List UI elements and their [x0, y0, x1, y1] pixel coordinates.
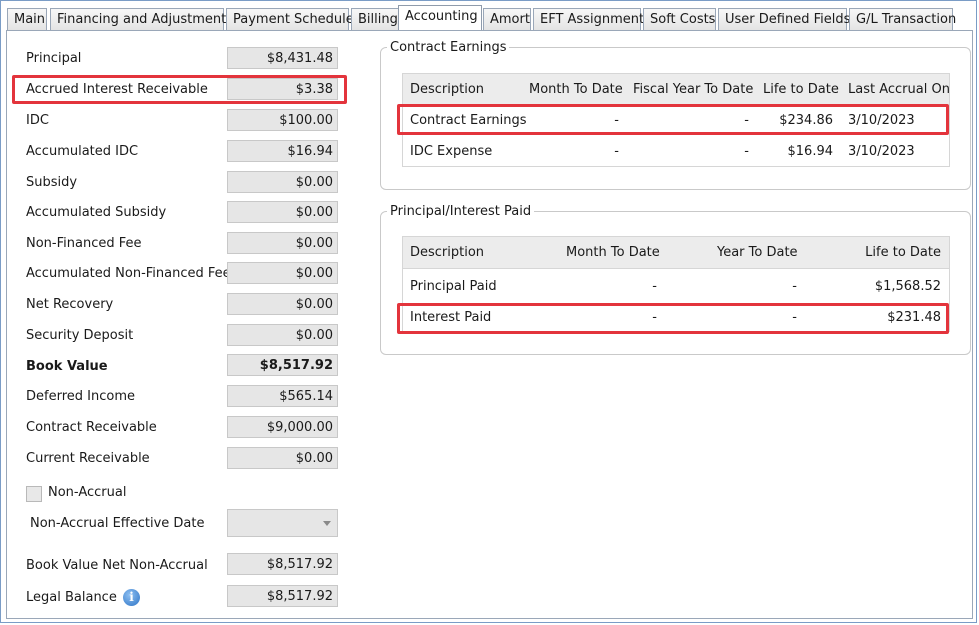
cell-description[interactable]: Contract Earnings: [410, 113, 526, 128]
cell-month-to-date[interactable]: -: [621, 279, 657, 294]
field-value-deferred-income: $565.14: [227, 385, 338, 407]
column-header-month-to-date[interactable]: Month To Date: [566, 245, 660, 260]
book-value-net-non-accrual-value: $8,517.92: [227, 553, 338, 575]
legal-balance-label: Legal Balance: [26, 590, 117, 605]
field-value-current-receivable: $0.00: [227, 447, 338, 469]
cell-description[interactable]: Interest Paid: [410, 310, 491, 325]
field-value-accrued-interest-receivable: $3.38: [227, 78, 338, 100]
field-value-non-financed-fee: $0.00: [227, 232, 338, 254]
field-label-accumulated-subsidy: Accumulated Subsidy: [26, 205, 167, 220]
field-label-book-value: Book Value: [26, 359, 108, 374]
cell-last-accrual-on[interactable]: 3/10/2023: [848, 113, 915, 128]
cell-last-accrual-on[interactable]: 3/10/2023: [848, 144, 915, 159]
tab-financing-and-adjustments[interactable]: Financing and Adjustments: [50, 8, 233, 30]
field-value-subsidy: $0.00: [227, 171, 338, 193]
field-value-principal: $8,431.48: [227, 47, 338, 69]
principal-interest-paid-table: Description Month To Date Year To Date L…: [402, 236, 950, 332]
book-value-net-non-accrual-label: Book Value Net Non-Accrual: [26, 558, 208, 573]
non-accrual-effective-date-label: Non-Accrual Effective Date: [30, 516, 205, 531]
field-label-accumulated-non-financed-fee: Accumulated Non-Financed Fee: [26, 266, 231, 281]
field-label-idc: IDC: [26, 113, 49, 128]
tab-eft-assignment[interactable]: EFT Assignment: [533, 8, 644, 30]
cell-month-to-date[interactable]: -: [583, 113, 619, 128]
principal-interest-paid-title: Principal/Interest Paid: [390, 204, 532, 219]
non-accrual-checkbox[interactable]: [26, 486, 42, 502]
column-header-description[interactable]: Description: [410, 245, 484, 260]
legal-balance-value: $8,517.92: [227, 585, 338, 607]
tab-payment-schedule[interactable]: Payment Schedule: [226, 8, 354, 30]
field-label-accumulated-idc: Accumulated IDC: [26, 144, 139, 159]
field-value-security-deposit: $0.00: [227, 324, 338, 346]
info-icon[interactable]: i: [123, 589, 140, 606]
cell-life-to-date[interactable]: $1,568.52: [843, 279, 941, 294]
cell-fiscal-year-to-date[interactable]: -: [713, 144, 749, 159]
cell-life-to-date[interactable]: $231.48: [843, 310, 941, 325]
field-label-net-recovery: Net Recovery: [26, 297, 114, 312]
tab-amort[interactable]: Amort: [483, 8, 531, 30]
field-label-principal: Principal: [26, 51, 82, 66]
column-header-year-to-date[interactable]: Year To Date: [717, 245, 798, 260]
cell-description[interactable]: IDC Expense: [410, 144, 492, 159]
cell-month-to-date[interactable]: -: [621, 310, 657, 325]
tab-billing[interactable]: Billing: [351, 8, 399, 30]
contract-earnings-title: Contract Earnings: [390, 40, 507, 55]
field-value-net-recovery: $0.00: [227, 293, 338, 315]
cell-life-to-date[interactable]: $234.86: [753, 113, 833, 128]
non-accrual-effective-date-dropdown[interactable]: [227, 509, 338, 537]
field-label-deferred-income: Deferred Income: [26, 389, 135, 404]
field-label-subsidy: Subsidy: [26, 175, 78, 190]
cell-fiscal-year-to-date[interactable]: -: [713, 113, 749, 128]
tab-main[interactable]: Main: [7, 8, 47, 30]
column-header-life-to-date[interactable]: Life to Date: [763, 82, 839, 97]
field-label-contract-receivable: Contract Receivable: [26, 420, 157, 435]
field-value-accumulated-idc: $16.94: [227, 140, 338, 162]
column-header-description[interactable]: Description: [410, 82, 484, 97]
field-value-book-value: $8,517.92: [227, 354, 338, 376]
column-header-month-to-date[interactable]: Month To Date: [529, 82, 623, 97]
tab-bar: Main Financing and Adjustments Payment S…: [7, 5, 956, 31]
cell-year-to-date[interactable]: -: [761, 310, 797, 325]
field-label-current-receivable: Current Receivable: [26, 451, 150, 466]
tab-accounting[interactable]: Accounting: [398, 5, 482, 30]
tab-user-defined-fields[interactable]: User Defined Fields: [718, 8, 850, 30]
field-label-accrued-interest-receivable: Accrued Interest Receivable: [26, 82, 208, 97]
tab-gl-transaction[interactable]: G/L Transaction: [849, 8, 956, 30]
chevron-down-icon: [323, 521, 331, 526]
field-value-accumulated-non-financed-fee: $0.00: [227, 262, 338, 284]
tab-soft-costs[interactable]: Soft Costs: [643, 8, 716, 30]
cell-description[interactable]: Principal Paid: [410, 279, 497, 294]
field-value-accumulated-subsidy: $0.00: [227, 201, 338, 223]
cell-year-to-date[interactable]: -: [761, 279, 797, 294]
field-label-non-financed-fee: Non-Financed Fee: [26, 236, 142, 251]
field-label-security-deposit: Security Deposit: [26, 328, 134, 343]
cell-month-to-date[interactable]: -: [583, 144, 619, 159]
cell-life-to-date[interactable]: $16.94: [753, 144, 834, 159]
field-value-contract-receivable: $9,000.00: [227, 416, 338, 438]
field-value-idc: $100.00: [227, 109, 338, 131]
column-header-last-accrual-on[interactable]: Last Accrual On: [848, 82, 950, 97]
column-header-fiscal-year-to-date[interactable]: Fiscal Year To Date: [633, 82, 753, 97]
column-header-life-to-date[interactable]: Life to Date: [843, 245, 941, 260]
non-accrual-label: Non-Accrual: [48, 485, 127, 500]
accounting-panel: Principal $8,431.48 Accrued Interest Rec…: [6, 30, 973, 619]
contract-earnings-table: Description Month To Date Fiscal Year To…: [402, 73, 950, 167]
